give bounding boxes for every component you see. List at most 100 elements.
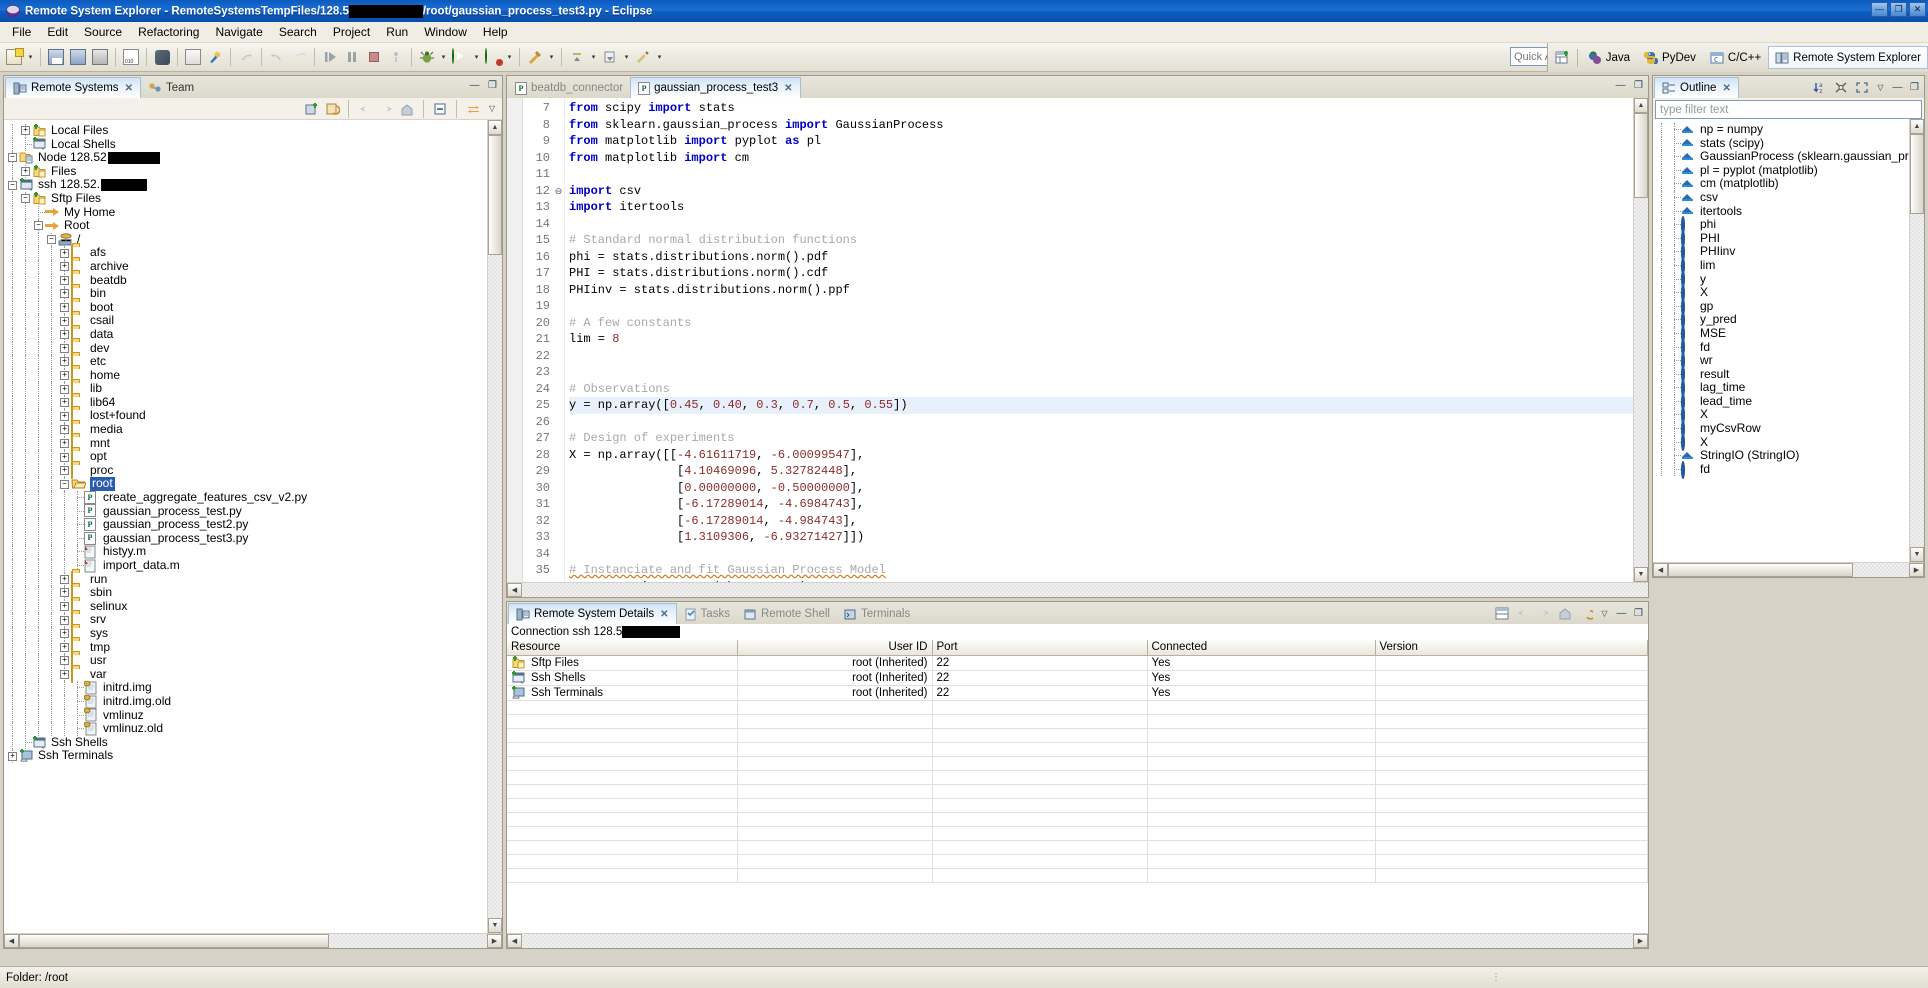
expand-icon[interactable]: + [58, 327, 71, 342]
run-button[interactable] [449, 46, 471, 68]
tree-item-root[interactable]: − root [4, 477, 487, 492]
scroll-left-icon[interactable]: ◀ [1653, 563, 1668, 577]
column-header-resource[interactable]: Resource [507, 640, 738, 656]
code-line[interactable] [569, 166, 1633, 183]
scroll-left-icon[interactable]: ◀ [507, 934, 522, 948]
tree-item-proc[interactable]: + proc [4, 462, 487, 479]
code-line[interactable]: PHI = stats.distributions.norm().cdf [569, 265, 1633, 282]
tree-item-gaussian-process-test3-py[interactable]: Pgaussian_process_test3.py [4, 531, 487, 546]
code-line[interactable]: [0.00000000, -0.50000000], [569, 480, 1633, 497]
code-line[interactable] [569, 414, 1633, 431]
scroll-track[interactable] [488, 135, 502, 918]
last-edit-button[interactable] [632, 46, 654, 68]
tab-gaussian-process-test3[interactable]: P gaussian_process_test3 ✕ [630, 77, 801, 98]
expand-icon[interactable]: + [6, 749, 19, 763]
expand-icon[interactable]: + [58, 450, 71, 464]
code-line[interactable]: from matplotlib import cm [569, 150, 1633, 167]
tree-item-ssh-128-52[interactable]: − ssh 128.52. [4, 178, 487, 192]
tree-item-sftp-files[interactable]: − Sftp Files [4, 191, 487, 206]
scroll-up-icon[interactable]: ▲ [488, 120, 502, 135]
code-line[interactable]: y = np.array([0.45, 0.40, 0.3, 0.7, 0.5,… [569, 397, 1633, 414]
code-line[interactable]: import csv [569, 183, 1633, 200]
scroll-down-icon[interactable]: ▼ [1634, 567, 1648, 582]
outline-item[interactable]: csv [1653, 190, 1909, 205]
scroll-track[interactable] [1910, 134, 1924, 547]
code-line[interactable]: import itertools [569, 199, 1633, 216]
scroll-left-icon[interactable]: ◀ [507, 583, 522, 597]
code-line[interactable]: gp = GaussianProcess(theta0=5e-1) [569, 579, 1633, 583]
collapse-icon[interactable]: − [45, 232, 58, 247]
tab-remote-systems[interactable]: Remote Systems ✕ [5, 77, 141, 98]
expand-icon[interactable]: + [58, 436, 71, 451]
expand-icon[interactable]: + [58, 654, 71, 668]
scroll-right-icon[interactable]: ▶ [1633, 934, 1648, 948]
menu-item-file[interactable]: File [4, 23, 39, 41]
back-icon[interactable] [1514, 605, 1531, 622]
details-hscrollbar[interactable]: ◀ ▶ [507, 933, 1648, 948]
code-line[interactable]: # Observations [569, 381, 1633, 398]
view-menu-icon[interactable]: ▽ [485, 100, 499, 118]
expand-icon[interactable]: + [58, 287, 71, 301]
pydev-action-button[interactable] [204, 46, 226, 68]
expand-icon[interactable]: + [19, 124, 32, 138]
annotation-gutter[interactable] [507, 98, 523, 582]
menu-item-run[interactable]: Run [378, 23, 416, 41]
new-connection-icon[interactable] [302, 100, 320, 118]
outline-item[interactable]: result [1653, 365, 1909, 384]
outline-item[interactable]: np = numpy [1653, 122, 1909, 137]
outline-item[interactable]: PHIinv [1653, 243, 1909, 262]
scroll-thumb[interactable] [1634, 113, 1648, 198]
prev-annotation-dropdown-arrow[interactable]: ▾ [621, 46, 632, 68]
table-row[interactable]: Ssh Terminals root (Inherited) 22 Yes [507, 685, 1648, 701]
code-line[interactable]: [-6.17289014, -4.984743], [569, 513, 1633, 530]
outline-item[interactable]: gp [1653, 297, 1909, 316]
refresh-icon[interactable] [323, 100, 341, 118]
collapse-icon[interactable]: − [6, 178, 19, 192]
editor-hscrollbar[interactable]: ◀ [507, 582, 1648, 597]
expand-icon[interactable]: + [19, 164, 32, 179]
new-wizard-button[interactable] [3, 46, 25, 68]
close-icon[interactable]: ✕ [660, 609, 668, 620]
outline-item[interactable]: StringIO (StringIO) [1653, 449, 1909, 463]
editor-vscrollbar[interactable]: ▲ ▼ [1633, 98, 1648, 582]
save-all-button[interactable] [67, 46, 89, 68]
menu-item-refactoring[interactable]: Refactoring [130, 23, 207, 41]
tab-remote-system-details[interactable]: Remote System Details ✕ [508, 603, 677, 624]
scroll-right-icon[interactable]: ▶ [487, 934, 502, 948]
code-line[interactable] [569, 348, 1633, 365]
tree-item-node-128-52[interactable]: − Node 128.52 [4, 151, 487, 165]
menu-item-source[interactable]: Source [76, 23, 130, 41]
outline-vscrollbar[interactable]: ▲ ▼ [1909, 119, 1924, 562]
scroll-track-h[interactable] [522, 934, 1633, 948]
column-header-connected[interactable]: Connected [1147, 640, 1376, 656]
scroll-thumb[interactable] [1910, 134, 1924, 214]
expand-icon[interactable]: + [58, 423, 71, 437]
outline-item[interactable]: GaussianProcess (sklearn.gaussian_proces [1653, 150, 1909, 164]
code-line[interactable] [569, 298, 1633, 315]
minimize-part-icon[interactable] [1615, 607, 1628, 620]
tree-item-initrd-img[interactable]: initrd.img [4, 680, 487, 695]
expand-icon[interactable]: + [58, 259, 71, 274]
tree-item-ssh-shells[interactable]: Ssh Shells [4, 735, 487, 750]
tab-outline[interactable]: Outline ✕ [1654, 77, 1739, 98]
forward-icon[interactable] [1535, 605, 1552, 622]
expand-icon[interactable]: + [58, 586, 71, 600]
expand-icon[interactable]: + [58, 613, 71, 627]
tree-item-my-home[interactable]: My Home [4, 205, 487, 220]
terminate-button[interactable] [363, 46, 385, 68]
maximize-part-icon[interactable] [1632, 607, 1645, 620]
menu-item-search[interactable]: Search [271, 23, 325, 41]
minimize-part-icon[interactable] [1891, 81, 1904, 94]
code-line[interactable]: PHIinv = stats.distributions.norm().ppf [569, 282, 1633, 299]
collapse-icon[interactable]: − [58, 477, 71, 491]
pydev-package-button[interactable] [151, 46, 173, 68]
code-line[interactable]: from scipy import stats [569, 100, 1633, 117]
tree-item-root[interactable]: − Root [4, 219, 487, 233]
suspend-button[interactable] [341, 46, 363, 68]
outline-hscrollbar[interactable]: ◀ ▶ [1653, 562, 1924, 577]
redo-button[interactable] [235, 46, 257, 68]
outline-item[interactable]: wr [1653, 351, 1909, 370]
folding-gutter[interactable]: ⊖ [553, 98, 565, 582]
code-line[interactable]: [1.3109306, -6.93271427]]) [569, 529, 1633, 546]
source-code[interactable]: from scipy import stats from sklearn.gaus… [565, 98, 1633, 582]
